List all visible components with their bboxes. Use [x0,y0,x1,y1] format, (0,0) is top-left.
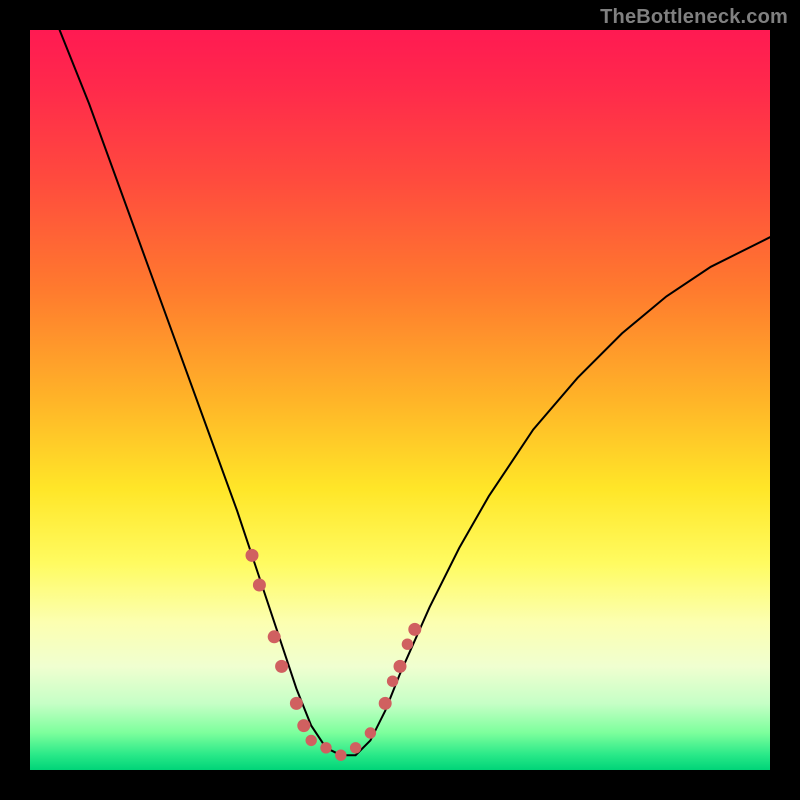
marker-dot [402,639,413,650]
marker-dot [408,623,421,636]
marker-dot [290,697,303,710]
marker-dot [268,630,281,643]
marker-dot [394,660,407,673]
marker-dot [297,719,310,732]
marker-dot [335,750,346,761]
bottleneck-curve [60,30,770,755]
marker-dot [350,742,361,753]
marker-dot [365,727,376,738]
marker-dot [253,579,266,592]
chart-svg [30,30,770,770]
marker-dot [379,697,392,710]
marker-dot [387,676,398,687]
watermark-text: TheBottleneck.com [600,6,788,29]
highlighted-points [246,549,422,761]
marker-dot [306,735,317,746]
marker-dot [275,660,288,673]
marker-dot [246,549,259,562]
marker-dot [320,742,331,753]
chart-frame: TheBottleneck.com [0,0,800,800]
plot-area [30,30,770,770]
